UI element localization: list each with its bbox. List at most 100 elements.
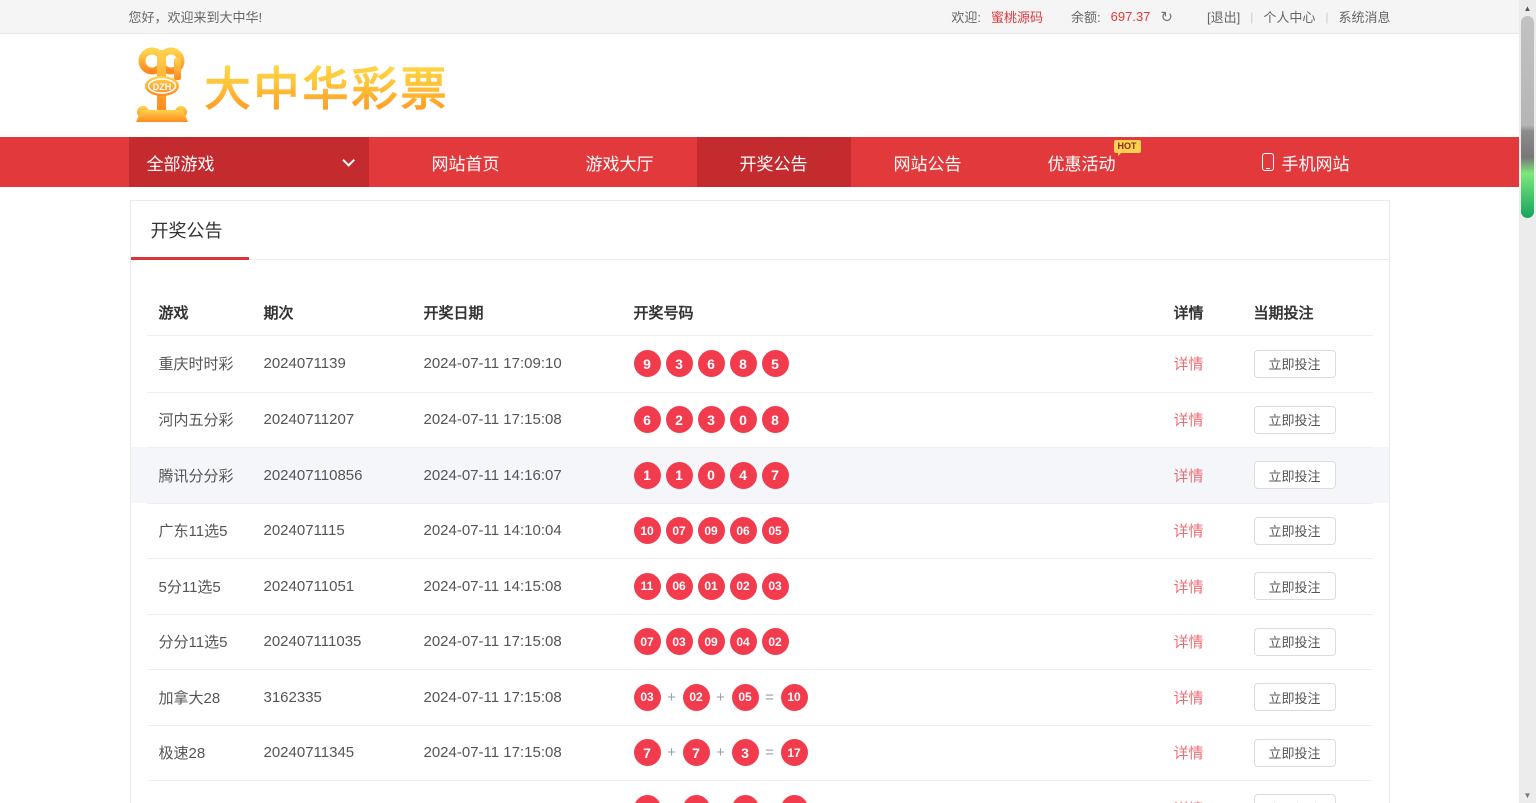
col-header-date: 开奖日期 bbox=[424, 302, 634, 323]
detail-cell: 详情 bbox=[1144, 631, 1234, 652]
lottery-ball: 03 bbox=[634, 684, 661, 711]
chevron-down-icon bbox=[342, 154, 355, 167]
nav-item-3[interactable]: 开奖公告 bbox=[697, 137, 851, 187]
nav-item-5[interactable]: 优惠活动HOT bbox=[1005, 137, 1159, 187]
lottery-ball: 8 bbox=[762, 406, 789, 433]
game-name: 加拿大28 bbox=[159, 687, 264, 708]
lottery-ball: 02 bbox=[762, 628, 789, 655]
nav-item-4[interactable]: 网站公告 bbox=[851, 137, 1005, 187]
nav-item-1[interactable]: 网站首页 bbox=[389, 137, 543, 187]
bet-button[interactable]: 立即投注 bbox=[1254, 794, 1336, 803]
detail-link[interactable]: 详情 bbox=[1173, 523, 1203, 540]
lottery-ball bbox=[634, 795, 661, 803]
bet-button[interactable]: 立即投注 bbox=[1254, 406, 1336, 434]
system-message-link[interactable]: 系统消息 bbox=[1338, 7, 1390, 26]
lottery-results-panel: 开奖公告 游戏 期次 开奖日期 开奖号码 详情 当期投注 重庆时时彩202407… bbox=[130, 200, 1390, 803]
operator: + bbox=[715, 689, 727, 706]
bet-button[interactable]: 立即投注 bbox=[1254, 683, 1336, 711]
lottery-ball: 07 bbox=[666, 517, 693, 544]
bet-button[interactable]: 立即投注 bbox=[1254, 461, 1336, 489]
bet-cell: 立即投注 bbox=[1234, 794, 1373, 803]
detail-link[interactable]: 详情 bbox=[1173, 579, 1203, 596]
bet-cell: 立即投注 bbox=[1234, 572, 1373, 600]
table-row: 加拿大2831623352024-07-11 17:15:0803+02+05=… bbox=[131, 669, 1389, 725]
draw-numbers: 0703090402 bbox=[634, 628, 1144, 655]
lottery-ball: 10 bbox=[781, 684, 808, 711]
logout-link[interactable]: [退出] bbox=[1207, 7, 1240, 26]
issue-number: 20240711051 bbox=[264, 578, 424, 595]
table-row: 分分11选52024071110352024-07-11 17:15:08070… bbox=[131, 614, 1389, 670]
detail-link[interactable]: 详情 bbox=[1173, 690, 1203, 707]
bet-cell: 立即投注 bbox=[1234, 739, 1373, 767]
refresh-balance-icon[interactable]: ↻ bbox=[1160, 8, 1173, 26]
table-body: 重庆时时彩20240711392024-07-11 17:09:1093685详… bbox=[131, 336, 1389, 803]
draw-date: 2024-07-11 14:15:08 bbox=[424, 578, 634, 595]
detail-link[interactable]: 详情 bbox=[1173, 412, 1203, 429]
operator: + bbox=[666, 689, 678, 706]
lottery-ball: 05 bbox=[762, 517, 789, 544]
lottery-ball: 03 bbox=[762, 573, 789, 600]
welcome-label: 欢迎: bbox=[951, 7, 981, 26]
lottery-ball: 1 bbox=[666, 462, 693, 489]
bet-button[interactable]: 立即投注 bbox=[1254, 572, 1336, 600]
nav-item-2[interactable]: 游戏大厅 bbox=[543, 137, 697, 187]
operator: = bbox=[764, 744, 776, 761]
draw-numbers: 93685 bbox=[634, 350, 1144, 377]
lottery-ball: 2 bbox=[666, 406, 693, 433]
game-name: 重庆时时彩 bbox=[159, 353, 264, 374]
operator: + bbox=[666, 744, 678, 761]
detail-cell: 详情 bbox=[1144, 409, 1234, 430]
issue-number: 20240711345 bbox=[264, 744, 424, 761]
table-row: 极速28202407113452024-07-11 17:15:087+7+3=… bbox=[131, 725, 1389, 781]
draw-date: 2024-07-11 17:15:08 bbox=[424, 744, 634, 761]
lottery-ball: 03 bbox=[666, 628, 693, 655]
personal-center-link[interactable]: 个人中心 bbox=[1263, 7, 1315, 26]
nav-item-label: 游戏大厅 bbox=[586, 150, 654, 175]
nav-item-6[interactable]: 手机网站 bbox=[1221, 137, 1391, 187]
svg-text:DZH: DZH bbox=[152, 82, 171, 92]
site-logo[interactable]: DZH 大中华彩票 bbox=[129, 46, 450, 126]
table-row: ++=详情立即投注 bbox=[131, 780, 1389, 803]
scrollbar-thumb[interactable] bbox=[1521, 16, 1534, 218]
lottery-ball: 06 bbox=[730, 517, 757, 544]
table-row: 5分11选5202407110512024-07-11 14:15:081106… bbox=[131, 558, 1389, 614]
issue-number: 2024071139 bbox=[264, 355, 424, 372]
balance-value: 697.37 bbox=[1111, 9, 1151, 24]
nav-item-label: 网站公告 bbox=[894, 150, 962, 175]
header: DZH 大中华彩票 bbox=[0, 34, 1519, 137]
lottery-ball: 06 bbox=[666, 573, 693, 600]
table-row: 河内五分彩202407112072024-07-11 17:15:0862308… bbox=[131, 392, 1389, 448]
vertical-scrollbar[interactable]: ▲ ▼ bbox=[1519, 0, 1536, 803]
detail-link[interactable]: 详情 bbox=[1173, 356, 1203, 373]
table-row-grid: 重庆时时彩20240711392024-07-11 17:09:1093685详… bbox=[147, 336, 1373, 392]
lottery-ball: 17 bbox=[781, 739, 808, 766]
detail-link[interactable]: 详情 bbox=[1173, 634, 1203, 651]
operator: + bbox=[715, 744, 727, 761]
table-row-grid: 极速28202407113452024-07-11 17:15:087+7+3=… bbox=[147, 725, 1373, 781]
game-name: 分分11选5 bbox=[159, 631, 264, 652]
all-games-dropdown[interactable]: 全部游戏 bbox=[129, 137, 369, 187]
col-header-bet: 当期投注 bbox=[1234, 302, 1373, 323]
table-row-grid: 腾讯分分彩2024071108562024-07-11 14:16:071104… bbox=[147, 447, 1373, 503]
lottery-ball: 7 bbox=[683, 739, 710, 766]
username-link[interactable]: 蜜桃源码 bbox=[991, 7, 1043, 26]
greeting-text: 您好，欢迎来到大中华! bbox=[129, 7, 263, 26]
detail-link[interactable]: 详情 bbox=[1173, 468, 1203, 485]
detail-link[interactable]: 详情 bbox=[1173, 745, 1203, 762]
bet-cell: 立即投注 bbox=[1234, 350, 1373, 378]
bet-button[interactable]: 立即投注 bbox=[1254, 628, 1336, 656]
table-row-grid: 分分11选52024071110352024-07-11 17:15:08070… bbox=[147, 614, 1373, 670]
lottery-ball: 3 bbox=[732, 739, 759, 766]
draw-numbers: 11047 bbox=[634, 462, 1144, 489]
scroll-up-arrow-icon[interactable]: ▲ bbox=[1519, 0, 1536, 16]
bet-button[interactable]: 立即投注 bbox=[1254, 517, 1336, 545]
lottery-ball: 10 bbox=[634, 517, 661, 544]
nav-item-label: 开奖公告 bbox=[740, 150, 808, 175]
bet-button[interactable]: 立即投注 bbox=[1254, 350, 1336, 378]
draw-numbers: 03+02+05=10 bbox=[634, 684, 1144, 711]
lottery-ball: 7 bbox=[634, 739, 661, 766]
lottery-ball bbox=[683, 795, 710, 803]
bet-button[interactable]: 立即投注 bbox=[1254, 739, 1336, 767]
table-row-grid: 广东11选520240711152024-07-11 14:10:0410070… bbox=[147, 503, 1373, 559]
scroll-down-arrow-icon[interactable]: ▼ bbox=[1519, 787, 1536, 803]
